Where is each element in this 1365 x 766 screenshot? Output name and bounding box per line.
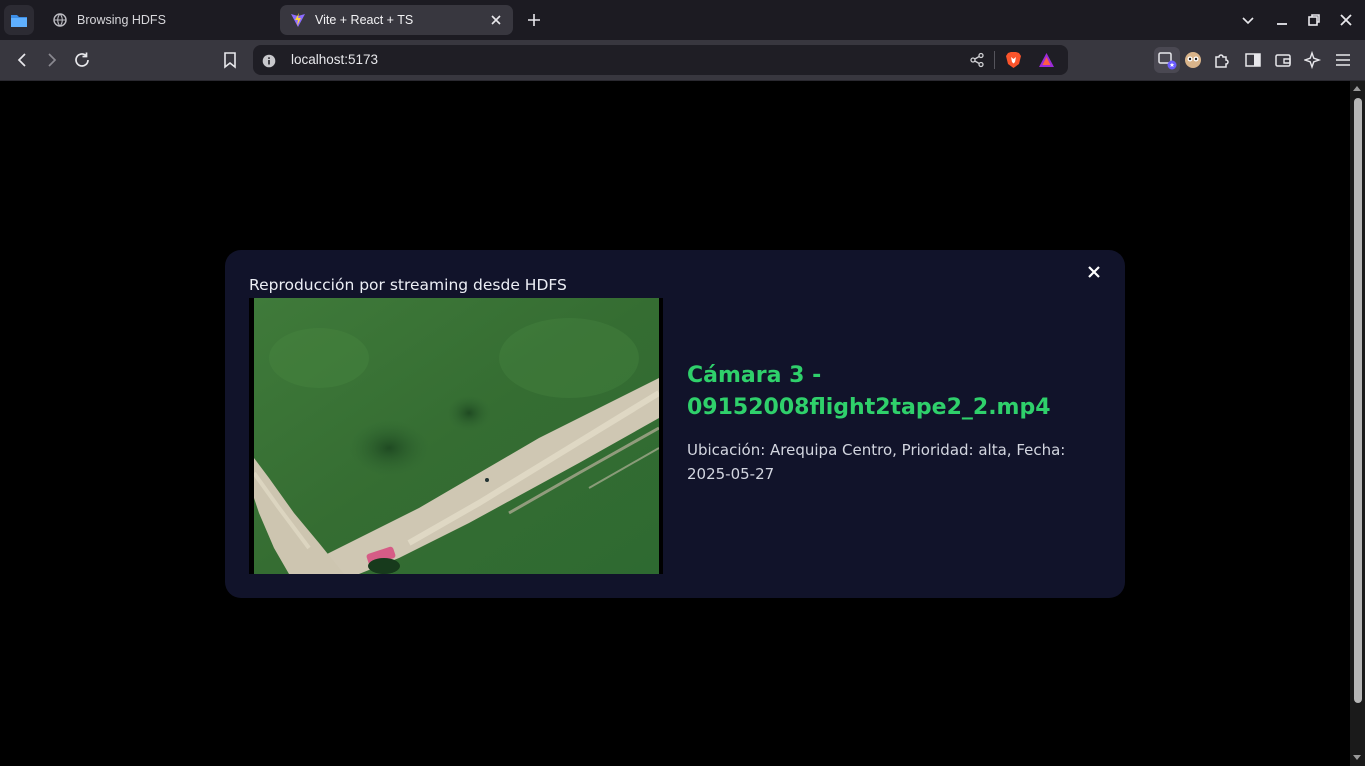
- extension-button[interactable]: [1154, 47, 1180, 73]
- reload-icon: [75, 52, 89, 67]
- leo-ai-button[interactable]: [1303, 50, 1323, 70]
- bookmark-button[interactable]: [220, 50, 240, 70]
- navigation-toolbar: localhost:5173: [0, 40, 1365, 81]
- close-icon: [1088, 266, 1100, 278]
- modal-close-button[interactable]: [1087, 264, 1101, 278]
- sidebar-button[interactable]: [1243, 50, 1263, 70]
- tab-title: Browsing HDFS: [77, 13, 166, 27]
- close-tab-icon[interactable]: [489, 13, 503, 27]
- info-icon[interactable]: [262, 53, 276, 72]
- main-menu-button[interactable]: [1333, 50, 1353, 70]
- restore-button[interactable]: [1306, 12, 1322, 28]
- plus-icon: [528, 14, 540, 26]
- new-tab-button[interactable]: [525, 11, 543, 29]
- aerial-video-frame: [249, 298, 663, 574]
- url-text[interactable]: localhost:5173: [291, 52, 378, 67]
- brave-rewards-icon[interactable]: [1038, 52, 1055, 72]
- share-icon[interactable]: [969, 52, 985, 72]
- bookmark-icon: [224, 52, 236, 69]
- tab-title: Vite + React + TS: [315, 13, 414, 27]
- close-window-button[interactable]: [1338, 12, 1354, 28]
- extension-avatar-button[interactable]: [1183, 50, 1203, 70]
- tab-vite-react[interactable]: Vite + React + TS: [280, 5, 513, 35]
- tab-manager-icon: [1158, 52, 1177, 70]
- puzzle-icon: [1215, 54, 1229, 68]
- brave-shields-icon[interactable]: [1005, 51, 1022, 73]
- wallet-icon: [1275, 54, 1291, 67]
- back-button[interactable]: [12, 50, 32, 70]
- sparkle-icon: [1304, 51, 1322, 69]
- divider: [994, 51, 995, 69]
- hamburger-icon: [1336, 54, 1350, 66]
- video-info: Cámara 3 - 09152008flight2tape2_2.mp4 Ub…: [687, 360, 1097, 486]
- minimize-button[interactable]: [1274, 12, 1290, 28]
- tab-bar: Browsing HDFS Vite + React + TS: [0, 0, 1365, 40]
- folder-icon: [11, 15, 27, 27]
- forward-button[interactable]: [42, 50, 62, 70]
- sidebar-icon: [1245, 53, 1261, 67]
- modal-heading: Reproducción por streaming desde HDFS: [249, 276, 567, 294]
- camera-title: Cámara 3 - 09152008flight2tape2_2.mp4: [687, 363, 1051, 420]
- scroll-thumb[interactable]: [1354, 98, 1362, 703]
- tab-browsing-hdfs[interactable]: Browsing HDFS: [42, 5, 272, 35]
- globe-icon: [52, 12, 68, 28]
- video-modal: Reproducción por streaming desde HDFS Cá…: [225, 250, 1125, 598]
- arrow-right-icon: [48, 53, 57, 67]
- vertical-scrollbar[interactable]: [1350, 81, 1365, 766]
- close-icon: [1340, 14, 1352, 26]
- vite-icon: [290, 12, 306, 28]
- arrow-left-icon: [17, 53, 26, 67]
- owl-icon: [1185, 52, 1201, 68]
- address-bar[interactable]: localhost:5173: [253, 45, 1068, 75]
- chevron-down-icon: [1242, 17, 1254, 25]
- restore-icon: [1308, 14, 1320, 26]
- tab-list-button[interactable]: [1240, 12, 1256, 28]
- app-menu-button[interactable]: [4, 5, 34, 35]
- video-player[interactable]: [249, 298, 663, 574]
- reload-button[interactable]: [72, 50, 92, 70]
- scroll-up-arrow[interactable]: [1353, 86, 1361, 91]
- scroll-down-arrow[interactable]: [1353, 755, 1361, 760]
- camera-meta: Ubicación: Arequipa Centro, Prioridad: a…: [687, 441, 1066, 483]
- minimize-icon: [1277, 23, 1287, 25]
- extensions-button[interactable]: [1212, 50, 1232, 70]
- wallet-button[interactable]: [1273, 50, 1293, 70]
